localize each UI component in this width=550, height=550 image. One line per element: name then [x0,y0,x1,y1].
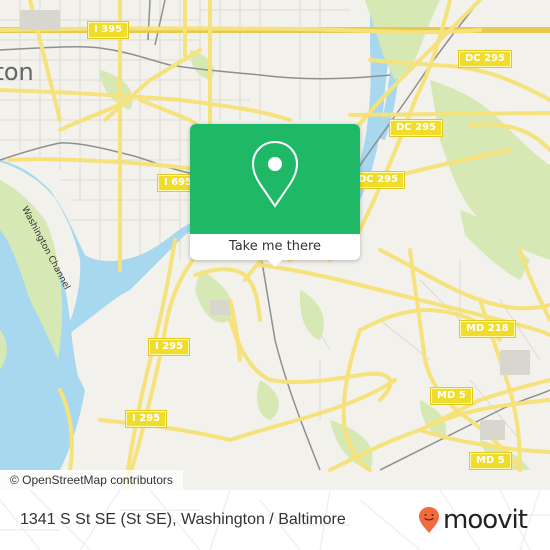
moovit-logo[interactable]: moovit [418,505,528,535]
shield-md5-north: MD 5 [431,388,472,404]
city-label-washington: ngton [0,58,34,86]
map-pin-icon [251,140,299,208]
shield-md5-south: MD 5 [470,453,511,469]
map-view[interactable]: ngton Washington Channel I 395 I 695 DC … [0,0,550,490]
moovit-wordmark: moovit [443,505,528,535]
popup-pointer [268,260,282,267]
take-me-there-button[interactable]: Take me there [190,234,360,260]
footer: 1341 S St SE (St SE), Washington / Balti… [0,490,550,550]
shield-i395: I 395 [88,22,129,38]
shield-i295-north: I 295 [149,339,190,355]
shield-dc295-middle: DC 295 [390,120,442,136]
shield-md218: MD 218 [460,321,515,337]
moovit-smile-pin-icon [419,507,439,533]
shield-i295-south: I 295 [126,411,167,427]
address-text: 1341 S St SE (St SE), Washington / Balti… [20,511,346,528]
location-popup: Take me there [190,124,360,267]
map-attribution[interactable]: © OpenStreetMap contributors [0,470,183,490]
popup-header [190,124,360,234]
shield-dc295-north: DC 295 [459,51,511,67]
